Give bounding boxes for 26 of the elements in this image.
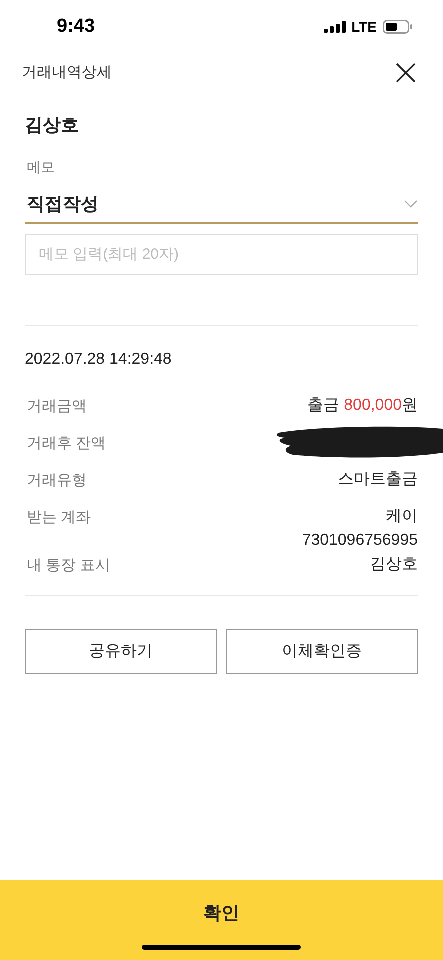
detail-label: 거래후 잔액 <box>27 434 106 454</box>
network-label: LTE <box>352 18 377 36</box>
detail-value: 출금 800,000원 <box>308 396 418 416</box>
close-button[interactable] <box>395 62 417 84</box>
detail-label: 내 통장 표시 <box>27 556 110 576</box>
recipient-name: 김상호 <box>25 114 80 137</box>
battery-icon <box>383 20 413 34</box>
signal-icon <box>324 21 346 33</box>
detail-label: 거래유형 <box>27 471 87 491</box>
memo-input-field[interactable]: 메모 입력(최대 20자) <box>25 234 418 275</box>
detail-value: 케이 <box>386 507 418 527</box>
memo-label: 메모 <box>27 158 56 177</box>
close-icon <box>395 62 417 84</box>
detail-value: 김상호 <box>370 555 418 575</box>
status-time: 9:43 <box>57 14 96 39</box>
action-button[interactable]: 이체확인증 <box>226 629 418 674</box>
detail-value: 스마트출금 <box>338 470 418 490</box>
action-button[interactable]: 공유하기 <box>25 629 217 674</box>
confirm-button[interactable]: 확인 <box>0 880 443 960</box>
detail-value: 7301096756995 <box>302 531 418 551</box>
transaction-datetime: 2022.07.28 14:29:48 <box>25 350 173 370</box>
detail-label: 받는 계좌 <box>27 508 92 528</box>
chevron-down-icon <box>404 200 418 208</box>
memo-dropdown[interactable]: 직접작성 <box>25 186 418 224</box>
screen-title: 거래내역상세 <box>22 62 112 83</box>
detail-label: 거래금액 <box>27 397 87 417</box>
